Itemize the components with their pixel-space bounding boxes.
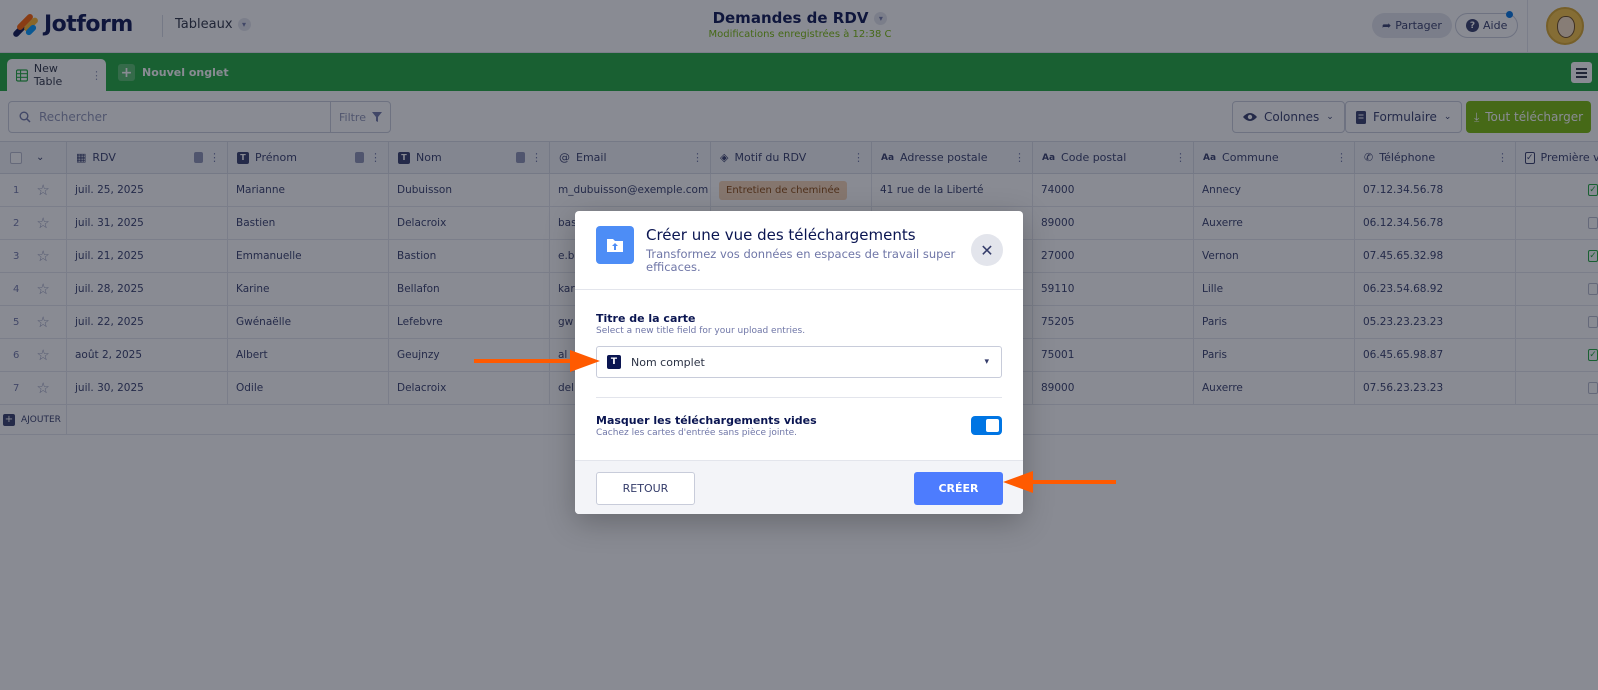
hide-empty-toggle[interactable] xyxy=(971,416,1002,435)
card-title-help: Select a new title field for your upload… xyxy=(596,326,806,336)
annotation-arrow-right-icon xyxy=(474,350,600,372)
card-title-label: Titre de la carte xyxy=(596,312,696,325)
dialog-separator xyxy=(596,397,1002,398)
upload-folder-icon xyxy=(596,226,634,264)
hide-empty-label: Masquer les téléchargements vides xyxy=(596,414,817,427)
dialog-subtitle: Transformez vos données en espaces de tr… xyxy=(646,247,956,274)
card-title-select[interactable]: T Nom complet ▾ xyxy=(596,346,1002,378)
dialog-footer: RETOUR CRÉER xyxy=(575,460,1023,514)
text-field-icon: T xyxy=(607,355,621,369)
create-button[interactable]: CRÉER xyxy=(914,472,1003,505)
chevron-down-icon: ▾ xyxy=(984,357,989,367)
close-icon[interactable]: ✕ xyxy=(971,234,1003,266)
back-button[interactable]: RETOUR xyxy=(596,472,695,505)
hide-empty-help: Cachez les cartes d'entrée sans pièce jo… xyxy=(596,428,798,438)
create-upload-view-dialog: Créer une vue des téléchargements Transf… xyxy=(575,211,1023,514)
annotation-arrow-left-icon xyxy=(1003,471,1116,493)
dialog-header: Créer une vue des téléchargements Transf… xyxy=(575,211,1023,290)
toggle-knob xyxy=(986,419,999,432)
dialog-title: Créer une vue des téléchargements xyxy=(646,226,916,244)
card-title-selected-value: Nom complet xyxy=(631,355,705,369)
